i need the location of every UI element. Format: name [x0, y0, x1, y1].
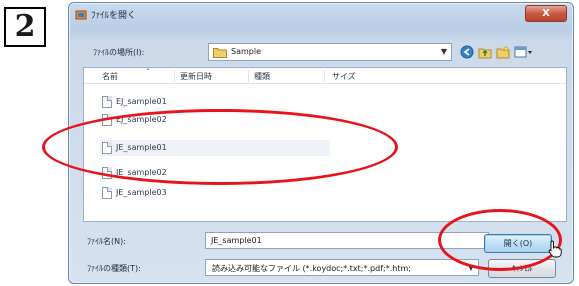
close-button[interactable]: X [525, 5, 567, 22]
filetype-combo[interactable]: 読み込み可能なファイル (*.koydoc;*.txt;*.pdf;*.htm;… [205, 259, 479, 276]
list-item[interactable]: JE_sample02 [100, 165, 330, 181]
filetype-value: 読み込み可能なファイル (*.koydoc;*.txt;*.pdf;*.htm; [212, 264, 411, 273]
folder-icon [213, 48, 227, 58]
look-in-combo[interactable]: Sample ▼ [208, 43, 452, 61]
filename-input[interactable]: JE_sample01 [205, 232, 489, 249]
document-icon [102, 96, 112, 108]
cancel-button[interactable]: ｷｬﾝｾﾙ [488, 259, 556, 278]
filename-value: JE_sample01 [211, 236, 262, 245]
column-type[interactable]: 種類 [254, 71, 270, 82]
toolbar [460, 43, 534, 61]
document-icon [102, 167, 112, 179]
open-button[interactable]: 開く(O) [484, 234, 552, 253]
document-icon [102, 114, 112, 126]
list-item[interactable]: EJ_sample01 [100, 94, 330, 110]
list-item-selected[interactable]: JE_sample01 [100, 140, 330, 156]
filename-label: ﾌｧｲﾙ名(N): [87, 237, 126, 246]
file-name: EJ_sample02 [116, 115, 167, 124]
app-icon [75, 10, 87, 20]
sort-arrow-icon: ˆ [146, 68, 150, 77]
file-list[interactable]: 名前 ˆ 更新日時 種類 サイズ EJ_sample01 EJ_sample02… [83, 67, 567, 222]
cancel-label: ｷｬﾝｾﾙ [512, 264, 532, 273]
hand-cursor-icon [548, 240, 562, 258]
view-menu-icon[interactable] [514, 45, 534, 59]
column-separator [324, 70, 325, 82]
file-name: JE_sample02 [116, 168, 167, 177]
file-name: JE_sample03 [116, 188, 167, 197]
new-folder-icon[interactable] [496, 45, 510, 59]
back-icon[interactable] [460, 45, 474, 59]
column-separator [174, 70, 175, 82]
open-file-dialog: ﾌｧｲﾙを開く X ﾌｧｲﾙの場所(I): Sample ▼ 名前 ˆ 更新日時… [68, 2, 574, 284]
look-in-label: ﾌｧｲﾙの場所(I): [93, 48, 145, 57]
up-folder-icon[interactable] [478, 45, 492, 59]
column-size[interactable]: サイズ [332, 71, 356, 82]
list-item[interactable]: JE_sample03 [100, 185, 330, 201]
look-in-value: Sample [231, 47, 261, 56]
column-separator [248, 70, 249, 82]
column-modified[interactable]: 更新日時 [180, 71, 212, 82]
step-number: 2 [14, 9, 36, 44]
title-bar: ﾌｧｲﾙを開く X [69, 3, 573, 27]
column-header: 名前 ˆ 更新日時 種類 サイズ [84, 68, 566, 84]
document-icon [102, 187, 112, 199]
step-number-box: 2 [4, 7, 46, 47]
dialog-title: ﾌｧｲﾙを開く [91, 11, 137, 21]
open-label: 開く(O) [503, 239, 533, 248]
filetype-label: ﾌｧｲﾙの種類(T): [87, 264, 141, 273]
column-name[interactable]: 名前 [102, 71, 118, 82]
close-label: X [542, 8, 550, 19]
file-name: JE_sample01 [116, 143, 167, 152]
chevron-down-icon: ▼ [440, 47, 447, 56]
list-item[interactable]: EJ_sample02 [100, 112, 330, 128]
file-name: EJ_sample01 [116, 97, 167, 106]
chevron-down-icon: ▼ [467, 263, 474, 272]
document-icon [102, 142, 112, 154]
